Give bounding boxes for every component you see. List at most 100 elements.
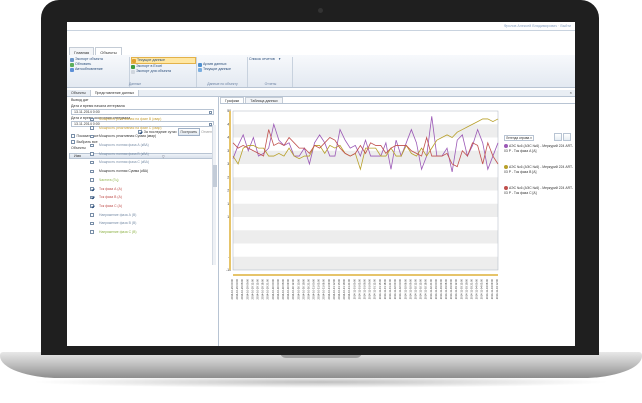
tree-item-label: Мощность реактивная на фазе С (квар) — [99, 125, 162, 130]
x-tick-label: 2014-10-29 21:00 — [266, 278, 270, 299]
tree-item[interactable]: Мощность полная фаза С (кВА) — [69, 158, 217, 167]
export-icon — [70, 57, 74, 62]
export-for-object-button[interactable]: Экспорт для объекта — [131, 69, 196, 74]
object-current-data-button[interactable]: Текущие данные — [198, 67, 247, 72]
tree-item[interactable]: Мощность реактивная Сумма (квар) — [69, 132, 217, 141]
tree-item-label: Мощность полная фаза С (кВА) — [99, 160, 149, 165]
x-tick-label: 2014-11-04 06:00 — [485, 278, 489, 299]
tree-item-checkbox[interactable] — [90, 169, 94, 174]
x-range-slider — [233, 274, 498, 276]
x-tick-label: 2014-10-30 21:00 — [306, 278, 310, 299]
autorefresh-icon — [70, 67, 74, 72]
tree-item-checkbox[interactable] — [90, 230, 94, 234]
ribbon-group-object: Архив данных Текущие данные Данные по об… — [198, 57, 248, 87]
tree-item-checkbox[interactable] — [90, 221, 94, 226]
dropdown-arrow-icon: ▾ — [278, 57, 281, 61]
report-list-button[interactable]: Список отчетов ▾ — [249, 57, 292, 62]
tab-charts[interactable]: Графики — [220, 97, 245, 103]
tree-item-checkbox[interactable] — [90, 143, 94, 148]
tree-item-label: Ток фаза В (А) — [99, 195, 122, 200]
x-tick-label: 2014-11-04 00:00 — [475, 278, 479, 299]
user-info[interactable]: Фролов Алексей Владимирович · Выйти — [504, 24, 571, 28]
x-tick-label: 2014-11-03 15:00 — [459, 278, 463, 299]
x-tick-label: 2014-11-03 21:00 — [470, 278, 474, 299]
legend-entry[interactable]: АЭС №6 (АЭС №6) - Меркурий 224 ART-03 P … — [504, 144, 574, 153]
tree-item-checkbox[interactable] — [90, 117, 94, 121]
ribbon-group-reports: Список отчетов ▾ Отчеты — [249, 57, 293, 87]
export-object-icon — [131, 69, 135, 74]
legend-position-select[interactable]: Легенда справа ▾ — [504, 135, 534, 141]
tree-item[interactable]: Мощность полная фаза А (кВА) — [69, 141, 217, 150]
tree-item[interactable]: Мощность полная Сумма (кВА) — [69, 167, 217, 176]
tree-item[interactable]: Мощность реактивная на фазе С (квар) — [69, 124, 217, 133]
x-tick-label: 2014-10-31 12:00 — [332, 278, 336, 299]
save-icon[interactable] — [554, 133, 562, 141]
scrollbar-thumb[interactable] — [213, 165, 217, 187]
x-tick-label: 2014-11-01 18:00 — [383, 278, 387, 299]
excel-icon — [131, 64, 135, 69]
doctab-objects[interactable]: Объекты — [67, 90, 91, 96]
tree-item-label: Частота (Гц) — [99, 177, 119, 182]
tree-item[interactable]: Частота (Гц) — [69, 176, 217, 185]
tree-item[interactable]: Напряжение фаза А (В) — [69, 211, 217, 220]
tree-item-label: Ток фаза А (А) — [99, 186, 122, 191]
x-tick-label: 2014-11-01 00:00 — [352, 278, 356, 299]
chart-tabs: Графики Таблица данных — [220, 97, 575, 104]
tree-item-checkbox[interactable] — [90, 204, 94, 208]
tree-item-checkbox[interactable] — [90, 213, 94, 217]
main-tabs: Главная Объекты — [69, 47, 123, 55]
x-tick-label: 2014-11-01 21:00 — [388, 278, 392, 299]
x-tick-label: 2014-10-30 03:00 — [276, 278, 280, 299]
x-tick-label: 2014-10-29 06:00 — [240, 278, 244, 299]
legend-entry[interactable]: АЭС №6 (АЭС №6) - Меркурий 224 ART-03 P … — [504, 186, 574, 195]
x-tick-label: 2014-10-30 15:00 — [296, 278, 300, 299]
x-tick-label: 2014-10-31 15:00 — [337, 278, 341, 299]
x-tick-label: 2014-10-31 18:00 — [342, 278, 346, 299]
legend-label: АЭС №6 (АЭС №6) - Меркурий 224 ART-03 P … — [504, 165, 573, 174]
tree-item[interactable]: Ток фаза А (А) — [69, 185, 217, 194]
ribbon-group-data: Экспорт объекта Обновить Автообновление … — [70, 57, 141, 87]
tree-item-checkbox[interactable] — [90, 126, 94, 130]
tree-item[interactable]: Ток фаза В (А) — [69, 193, 217, 202]
line-chart[interactable]: -10-5051015202530354045502014-10-29 00:0… — [220, 105, 503, 345]
x-tick-label: 2014-11-02 06:00 — [403, 278, 407, 299]
tree-item-checkbox[interactable] — [90, 195, 94, 200]
legend-entry[interactable]: АЭС №6 (АЭС №6) - Меркурий 224 ART-03 P … — [504, 165, 574, 174]
x-tick-label: 2014-11-03 12:00 — [454, 278, 458, 299]
x-tick-label: 2014-11-01 12:00 — [373, 278, 377, 299]
print-icon[interactable] — [563, 133, 571, 141]
x-tick-label: 2014-10-29 15:00 — [255, 278, 259, 299]
tree-item[interactable]: Напряжение фаза С (В) — [69, 228, 217, 237]
tree-item-checkbox[interactable] — [90, 187, 94, 191]
tab-home[interactable]: Главная — [69, 47, 95, 55]
tree-item-label: Напряжение фаза В (В) — [99, 221, 137, 226]
y-range-slider — [229, 111, 231, 270]
x-tick-label: 2014-10-30 00:00 — [271, 278, 275, 299]
tree-item[interactable]: Мощность полная фаза В (кВА) — [69, 150, 217, 159]
legend-marker-icon — [504, 165, 508, 170]
tree-item-checkbox[interactable] — [90, 134, 94, 139]
x-tick-label: 2014-11-01 06:00 — [363, 278, 367, 299]
close-icon[interactable]: × — [570, 90, 572, 95]
tree-item-label: Мощность реактивная Сумма (квар) — [99, 134, 157, 139]
tree-item-checkbox[interactable] — [90, 152, 94, 156]
tree-item-checkbox[interactable] — [90, 178, 94, 182]
autorefresh-button[interactable]: Автообновление — [70, 67, 129, 72]
tree-item-label: Мощность полная фаза А (кВА) — [99, 143, 149, 148]
tab-data-table[interactable]: Таблица данных — [245, 97, 283, 103]
x-tick-label: 2014-11-03 00:00 — [434, 278, 438, 299]
tree-item[interactable]: Ток фаза С (А) — [69, 202, 217, 211]
calendar-icon[interactable] — [209, 111, 212, 114]
current-data-button[interactable]: Текущие данные — [131, 57, 196, 64]
x-tick-label: 2014-11-02 18:00 — [424, 278, 428, 299]
x-tick-label: 2014-11-04 03:00 — [480, 278, 484, 299]
tree-scrollbar[interactable] — [212, 125, 217, 265]
tree-item-checkbox[interactable] — [90, 160, 94, 165]
tree-item[interactable]: Напряжение фаза В (В) — [69, 219, 217, 228]
x-tick-label: 2014-11-03 18:00 — [464, 278, 468, 299]
tree-item-label: Напряжение фаза А (В) — [99, 212, 137, 217]
grid-band — [233, 230, 498, 244]
doctab-data-view[interactable]: Представление данных — [90, 90, 140, 96]
tab-objects[interactable]: Объекты — [95, 47, 122, 55]
tree-item[interactable]: Мощность реактивная на фазе В (квар) — [69, 115, 217, 124]
